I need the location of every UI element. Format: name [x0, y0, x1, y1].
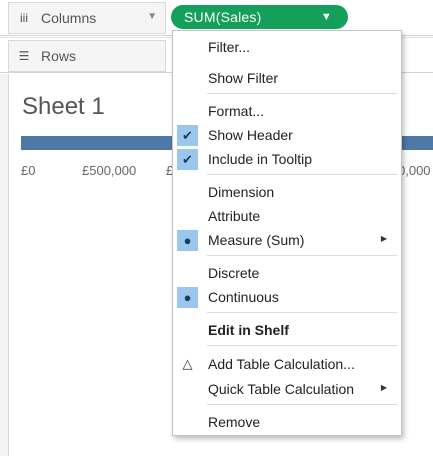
pill-dropdown-icon[interactable]: ▼ — [321, 11, 332, 23]
columns-shelf-caret-icon[interactable]: ▼ — [147, 11, 157, 22]
menu-separator — [207, 345, 397, 346]
submenu-arrow-icon: ▶ — [380, 234, 387, 243]
menu-separator — [207, 93, 397, 94]
axis-tick-label: 0,000 — [398, 163, 431, 178]
menu-item-edit-in-shelf[interactable]: Edit in Shelf — [173, 319, 401, 341]
bullet-icon: ● — [183, 290, 192, 305]
menu-item-show-header[interactable]: ✔ Show Header — [173, 124, 401, 146]
menu-separator — [207, 404, 397, 405]
selected-indicator: ● — [177, 230, 198, 251]
pill-context-menu: Filter... Show Filter Format... ✔ Show H… — [172, 30, 402, 436]
menu-item-measure[interactable]: ● Measure (Sum) ▶ — [173, 229, 401, 251]
columns-shelf-label: iii Columns ▼ — [8, 2, 166, 34]
left-pane-edge — [0, 74, 9, 456]
rows-label: Rows — [41, 48, 77, 64]
menu-item-remove[interactable]: Remove — [173, 411, 401, 433]
checked-indicator: ✔ — [177, 125, 198, 146]
menu-separator — [207, 312, 397, 313]
sheet-title: Sheet 1 — [22, 93, 105, 120]
axis-tick-label: £500,000 — [82, 163, 137, 178]
checked-indicator: ✔ — [177, 149, 198, 170]
rows-shelf-label: ☰ Rows — [8, 40, 166, 72]
columns-icon: iii — [20, 11, 28, 25]
axis-tick-label: £0 — [21, 163, 36, 178]
checkmark-icon: ✔ — [182, 128, 193, 143]
menu-item-continuous[interactable]: ● Continuous — [173, 286, 401, 308]
pill-label: SUM(Sales) — [184, 9, 262, 25]
menu-item-discrete[interactable]: Discrete — [173, 262, 401, 284]
menu-separator — [207, 174, 397, 175]
columns-label: Columns — [41, 10, 97, 26]
bullet-icon: ● — [183, 233, 192, 248]
selected-indicator: ● — [177, 287, 198, 308]
menu-item-filter[interactable]: Filter... — [173, 36, 401, 58]
sum-sales-pill[interactable]: SUM(Sales) ▼ — [171, 5, 348, 29]
delta-icon: △ — [182, 356, 193, 371]
menu-item-add-table-calculation[interactable]: △ Add Table Calculation... — [173, 353, 401, 375]
menu-item-dimension[interactable]: Dimension — [173, 181, 401, 203]
checkmark-icon: ✔ — [182, 152, 193, 167]
menu-item-attribute[interactable]: Attribute — [173, 205, 401, 227]
menu-item-include-in-tooltip[interactable]: ✔ Include in Tooltip — [173, 148, 401, 170]
menu-item-format[interactable]: Format... — [173, 100, 401, 122]
menu-separator — [207, 255, 397, 256]
rows-icon: ☰ — [18, 49, 30, 63]
menu-item-quick-table-calculation[interactable]: Quick Table Calculation ▶ — [173, 378, 401, 400]
menu-item-show-filter[interactable]: Show Filter — [173, 67, 401, 89]
submenu-arrow-icon: ▶ — [380, 383, 387, 392]
